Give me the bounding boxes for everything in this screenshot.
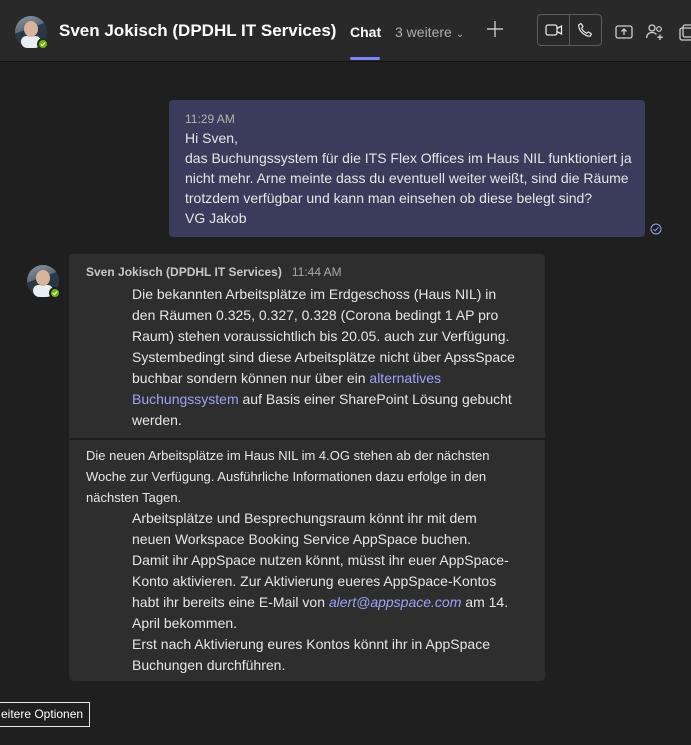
message-text: Hi Sven, das Buchungssystem für die ITS … (185, 128, 632, 228)
avatar-face (36, 270, 50, 286)
active-tab-indicator (350, 57, 380, 60)
message-text-segment: auf Basis einer SharePoint Lösung gebuch… (238, 391, 512, 407)
sent-message-bubble[interactable]: 11:29 AM Hi Sven, das Buchungssystem für… (169, 100, 645, 237)
message-text-segment: buchbar sondern können nur über ein (132, 370, 370, 386)
alternative-booking-link[interactable]: Buchungssystem (132, 391, 239, 407)
message-line: Die neuen Arbeitsplätze im Haus NIL im 4… (86, 448, 490, 463)
message-header: Sven Jokisch (DPDHL IT Services) 11:44 AM (86, 265, 342, 279)
received-message-bubble-continued[interactable]: Die neuen Arbeitsplätze im Haus NIL im 4… (69, 440, 545, 681)
chat-title[interactable]: Sven Jokisch (DPDHL IT Services) (59, 21, 336, 41)
tab-more-label: 3 weitere (395, 24, 452, 40)
message-line: Buchungssystem auf Basis einer SharePoin… (132, 389, 515, 410)
message-line: Systembedingt sind diese Arbeitsplätze n… (132, 349, 515, 365)
more-options-button[interactable]: eitere Optionen (0, 702, 91, 727)
message-line: buchbar sondern können nur über ein alte… (132, 368, 515, 389)
presence-available-icon (37, 38, 49, 50)
message-line: Raum) stehen voraussichtlich bis 20.05. … (132, 328, 510, 344)
message-line: Konto aktivieren. Zur Aktivierung eueres… (132, 573, 497, 589)
message-text-segment: am 14. (461, 594, 509, 610)
message-line: habt ihr bereits eine E-Mail von alert@a… (132, 592, 509, 613)
message-line: April bekommen. (132, 615, 238, 631)
message-line: VG Jakob (185, 210, 247, 226)
message-line: Die bekannten Arbeitsplätze im Erdgescho… (132, 286, 497, 302)
read-receipt-icon (650, 222, 662, 235)
email-link[interactable]: alert@appspace.com (329, 594, 462, 610)
message-line: nicht mehr. Arne meinte dass du eventuel… (185, 170, 629, 186)
add-people-icon[interactable] (645, 22, 665, 42)
message-line: Erst nach Aktivierung eures Kontos könnt… (132, 636, 490, 652)
message-line: werden. (132, 412, 182, 428)
sender-avatar[interactable] (27, 265, 61, 299)
tab-more-dropdown[interactable]: 3 weitere ⌄ (395, 24, 464, 40)
sender-name: Sven Jokisch (DPDHL IT Services) (86, 265, 282, 279)
message-text: Arbeitsplätze und Besprechungsraum könnt… (132, 508, 509, 676)
message-intro: Die neuen Arbeitsplätze im Haus NIL im 4… (86, 445, 489, 508)
call-button-group (537, 14, 602, 46)
message-line: Hi Sven, (185, 130, 238, 146)
popout-icon[interactable] (679, 22, 691, 42)
message-line: Buchungen durchführen. (132, 657, 286, 673)
message-line: nächsten Tagen. (86, 490, 182, 505)
audio-call-button[interactable] (570, 15, 601, 45)
message-line: das Buchungssystem für die ITS Flex Offi… (185, 150, 632, 166)
message-line: Arbeitsplätze und Besprechungsraum könnt… (132, 510, 477, 526)
message-text-segment: habt ihr bereits eine E-Mail von (132, 594, 329, 610)
avatar-face (24, 21, 38, 37)
received-message-bubble[interactable]: Sven Jokisch (DPDHL IT Services) 11:44 AM… (69, 254, 545, 438)
message-timestamp: 11:44 AM (291, 265, 342, 279)
avatar[interactable] (15, 16, 49, 50)
message-line: Woche zur Verfügung. Ausführliche Inform… (86, 469, 487, 484)
share-screen-icon[interactable] (614, 22, 634, 42)
alternative-booking-link[interactable]: alternatives (369, 370, 441, 386)
video-call-button[interactable] (538, 15, 569, 45)
add-tab-icon[interactable] (484, 18, 506, 40)
audio-call-icon (578, 22, 593, 37)
tab-chat[interactable]: Chat (350, 24, 381, 40)
message-text: Die bekannten Arbeitsplätze im Erdgescho… (132, 284, 515, 431)
presence-available-icon (49, 287, 61, 299)
message-line: trotzdem verfügbar und kann man einsehen… (185, 190, 593, 206)
video-call-icon (544, 24, 562, 36)
message-line: neuen Workspace Booking Service AppSpace… (132, 531, 472, 547)
message-line: den Räumen 0.325, 0.327, 0.328 (Corona b… (132, 307, 499, 323)
message-line: Damit ihr AppSpace nutzen könnt, müsst i… (132, 552, 509, 568)
message-timestamp: 11:29 AM (185, 112, 235, 126)
chat-header: Sven Jokisch (DPDHL IT Services) Chat 3 … (0, 0, 691, 62)
chevron-down-icon: ⌄ (455, 29, 465, 40)
